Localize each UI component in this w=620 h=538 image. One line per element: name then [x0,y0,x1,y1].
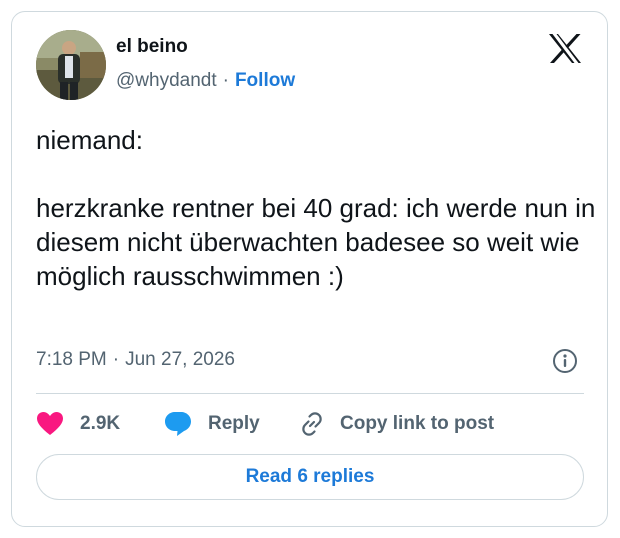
divider [36,393,584,394]
reply-button[interactable]: Reply [164,408,260,440]
heart-icon [36,411,64,437]
tweet-line-1: niemand: [36,125,143,155]
like-button[interactable]: 2.9K [36,408,120,440]
author-handle[interactable]: @whydandt [116,70,217,91]
tweet-time: 7:18 PM [36,349,107,370]
tweet-text: niemand: herzkranke rentner bei 40 grad:… [36,123,596,293]
info-icon[interactable] [552,348,578,374]
speech-bubble-icon [164,410,192,438]
reply-label: Reply [208,413,260,434]
author-handle-row: @whydandt · Follow [116,70,295,92]
link-icon [298,410,326,438]
like-count: 2.9K [80,413,121,434]
tweet-line-2: herzkranke rentner bei 40 grad: ich werd… [36,193,596,291]
tweet-timestamp[interactable]: 7:18 PM · Jun 27, 2026 [36,349,235,371]
separator-dot: · [222,70,229,91]
copy-link-button[interactable]: Copy link to post [298,408,494,440]
avatar[interactable] [36,30,106,100]
x-logo-icon[interactable] [548,33,582,64]
separator-dot: · [112,349,120,370]
copy-link-label: Copy link to post [340,413,495,434]
read-replies-button[interactable]: Read 6 replies [36,454,584,500]
follow-button[interactable]: Follow [235,70,295,91]
tweet-date: Jun 27, 2026 [125,349,235,370]
author-name[interactable]: el beino [116,36,188,58]
